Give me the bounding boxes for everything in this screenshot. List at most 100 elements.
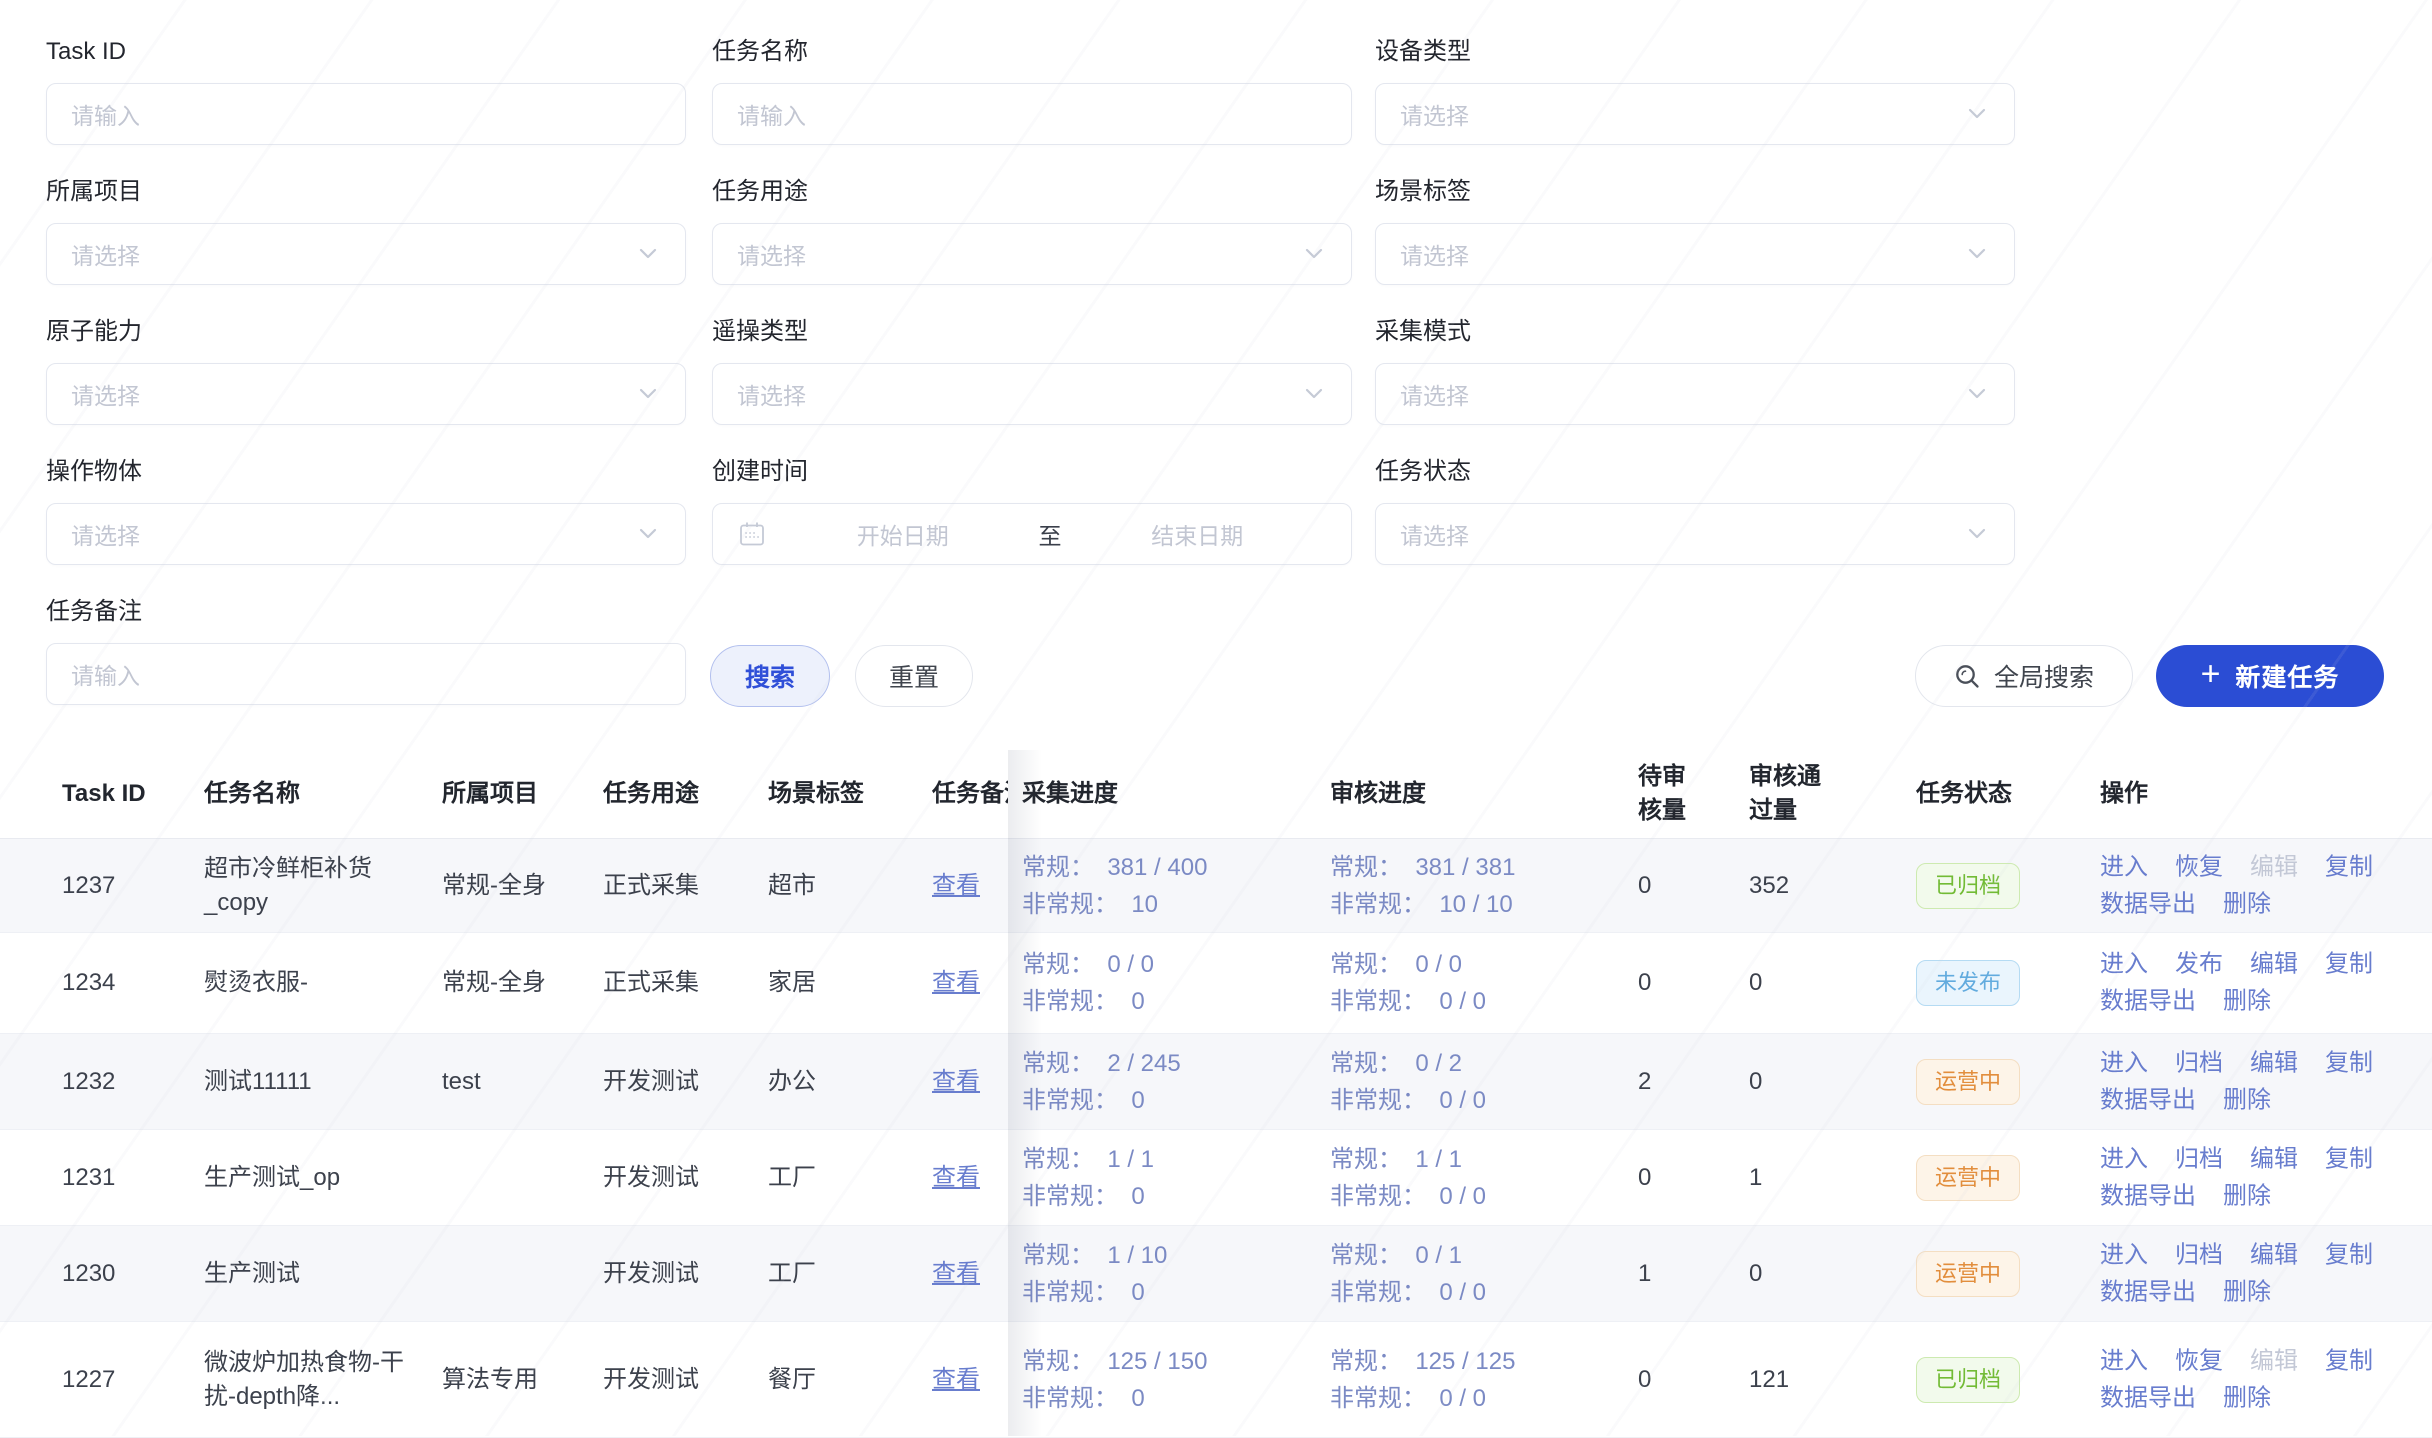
action-link[interactable]: 进入	[2100, 1344, 2148, 1378]
filter-task-status-select[interactable]: 请选择	[1375, 503, 2015, 565]
cell-passed: 0	[1749, 1065, 1829, 1099]
action-link[interactable]: 进入	[2100, 1238, 2148, 1272]
action-link[interactable]: 归档	[2175, 1142, 2223, 1176]
cell-status: 运营中	[1916, 1155, 2091, 1201]
cell-review: 常规： 381 / 381非常规： 10 / 10	[1330, 849, 1630, 923]
action-link[interactable]: 复制	[2325, 850, 2373, 884]
placeholder-text: 请选择	[71, 237, 140, 271]
cell-pending: 0	[1638, 1161, 1708, 1195]
action-link[interactable]: 归档	[2175, 1046, 2223, 1080]
placeholder-text: 请选择	[1400, 377, 1469, 411]
table-row: 1237超市冷鲜柜补货_copy常规-全身正式采集超市查看常规： 381 / 4…	[0, 839, 2432, 933]
cell-ops: 进入归档编辑复制数据导出删除	[2100, 1235, 2430, 1312]
action-link[interactable]: 删除	[2223, 887, 2271, 921]
search-button[interactable]: 搜索	[710, 645, 830, 707]
cell-review: 常规： 0 / 0非常规： 0 / 0	[1330, 946, 1630, 1020]
action-link[interactable]: 复制	[2325, 1238, 2373, 1272]
filter-label-atomic-ability: 原子能力	[46, 318, 686, 346]
action-link: 编辑	[2250, 850, 2298, 884]
action-link[interactable]: 删除	[2223, 1083, 2271, 1117]
filter-atomic-ability-select[interactable]: 请选择	[46, 363, 686, 425]
cell-remark: 查看	[932, 966, 1008, 1000]
reset-button[interactable]: 重置	[855, 645, 973, 707]
action-link[interactable]: 进入	[2100, 850, 2148, 884]
calendar-icon	[737, 519, 767, 549]
cell-scene: 超市	[768, 869, 918, 903]
filter-field-teleop-type: 遥操类型请选择	[712, 318, 1352, 425]
action-link[interactable]: 恢复	[2175, 1344, 2223, 1378]
filter-task-name-input[interactable]: 请输入	[712, 83, 1352, 145]
action-link[interactable]: 复制	[2325, 1344, 2373, 1378]
view-remark-link[interactable]: 查看	[932, 1366, 980, 1393]
cell-review: 常规： 1 / 1非常规： 0 / 0	[1330, 1141, 1630, 1215]
action-link[interactable]: 数据导出	[2100, 1275, 2196, 1309]
action-link[interactable]: 删除	[2223, 1179, 2271, 1213]
cell-project: test	[442, 1065, 547, 1099]
placeholder-text: 请选择	[1400, 237, 1469, 271]
action-link[interactable]: 进入	[2100, 948, 2148, 982]
filter-teleop-type-select[interactable]: 请选择	[712, 363, 1352, 425]
action-link[interactable]: 归档	[2175, 1238, 2223, 1272]
action-link[interactable]: 数据导出	[2100, 887, 2196, 921]
action-link[interactable]: 复制	[2325, 1046, 2373, 1080]
filter-label-object: 操作物体	[46, 458, 686, 486]
action-link[interactable]: 数据导出	[2100, 1179, 2196, 1213]
new-task-button[interactable]: + 新建任务	[2156, 645, 2384, 707]
placeholder-text: 请选择	[737, 237, 806, 271]
action-link[interactable]: 数据导出	[2100, 1083, 2196, 1117]
action-link[interactable]: 发布	[2175, 948, 2223, 982]
action-link[interactable]: 进入	[2100, 1142, 2148, 1176]
view-remark-link[interactable]: 查看	[932, 872, 980, 899]
action-link[interactable]: 数据导出	[2100, 1381, 2196, 1415]
date-separator: 至	[1033, 517, 1068, 551]
chevron-down-icon	[1962, 526, 1992, 542]
chevron-down-icon	[1299, 246, 1329, 262]
cell-remark: 查看	[932, 1257, 1008, 1291]
action-link[interactable]: 删除	[2223, 1381, 2271, 1415]
action-link[interactable]: 编辑	[2250, 1238, 2298, 1272]
filter-collect-mode-select[interactable]: 请选择	[1375, 363, 2015, 425]
filter-scene-tag-select[interactable]: 请选择	[1375, 223, 2015, 285]
filter-task-remark-input[interactable]: 请输入	[46, 643, 686, 705]
view-remark-link[interactable]: 查看	[932, 1260, 980, 1287]
action-link[interactable]: 进入	[2100, 1046, 2148, 1080]
action-link[interactable]: 编辑	[2250, 1142, 2298, 1176]
filter-label-teleop-type: 遥操类型	[712, 318, 1352, 346]
action-link[interactable]: 恢复	[2175, 850, 2223, 884]
cell-remark: 查看	[932, 1065, 1008, 1099]
cell-project: 常规-全身	[442, 869, 547, 903]
cell-name: 生产测试_op	[204, 1161, 404, 1195]
action-link[interactable]: 删除	[2223, 1275, 2271, 1309]
filter-label-task-name: 任务名称	[712, 38, 1352, 66]
filter-field-create-time: 创建时间开始日期至结束日期	[712, 458, 1352, 565]
filter-project-select[interactable]: 请选择	[46, 223, 686, 285]
task-management-page: Task ID请输入任务名称请输入设备类型请选择所属项目请选择任务用途请选择场景…	[0, 0, 2432, 1436]
column-header-ops: 操作	[2100, 777, 2430, 811]
action-link[interactable]: 删除	[2223, 985, 2271, 1019]
table-row: 1230生产测试开发测试工厂查看常规： 1 / 10非常规： 0常规： 0 / …	[0, 1226, 2432, 1322]
end-date-placeholder[interactable]: 结束日期	[1068, 517, 1328, 551]
view-remark-link[interactable]: 查看	[932, 1164, 980, 1191]
action-link[interactable]: 复制	[2325, 948, 2373, 982]
cell-name: 熨烫衣服-	[204, 966, 404, 1000]
filter-purpose-select[interactable]: 请选择	[712, 223, 1352, 285]
cell-pending: 1	[1638, 1257, 1708, 1291]
action-link[interactable]: 编辑	[2250, 1046, 2298, 1080]
cell-collect: 常规： 0 / 0非常规： 0	[1022, 946, 1322, 1020]
view-remark-link[interactable]: 查看	[932, 1068, 980, 1095]
placeholder-text: 请选择	[1400, 97, 1469, 131]
cell-purpose: 开发测试	[603, 1363, 758, 1397]
filter-task-id-input[interactable]: 请输入	[46, 83, 686, 145]
cell-ops: 进入归档编辑复制数据导出删除	[2100, 1043, 2430, 1120]
filter-device-type-select[interactable]: 请选择	[1375, 83, 2015, 145]
filter-create-time-daterange[interactable]: 开始日期至结束日期	[712, 503, 1352, 565]
action-link[interactable]: 编辑	[2250, 948, 2298, 982]
action-link[interactable]: 复制	[2325, 1142, 2373, 1176]
action-link[interactable]: 数据导出	[2100, 985, 2196, 1019]
global-search-button[interactable]: 全局搜索	[1915, 645, 2133, 707]
start-date-placeholder[interactable]: 开始日期	[773, 517, 1033, 551]
filter-object-select[interactable]: 请选择	[46, 503, 686, 565]
cell-task-id: 1227	[62, 1363, 192, 1397]
view-remark-link[interactable]: 查看	[932, 969, 980, 996]
filter-field-project: 所属项目请选择	[46, 178, 686, 285]
